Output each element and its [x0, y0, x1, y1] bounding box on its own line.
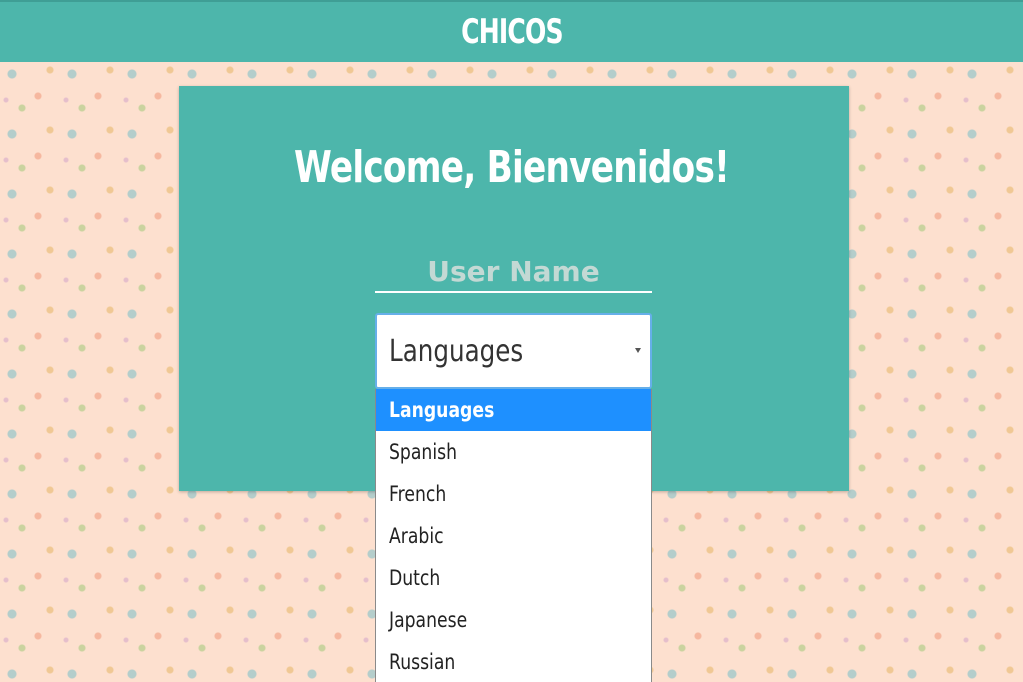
language-select-value: Languages: [389, 333, 524, 369]
language-option-arabic[interactable]: Arabic: [376, 515, 651, 557]
chevron-down-icon: [635, 348, 641, 353]
language-select[interactable]: Languages: [375, 313, 652, 389]
language-option-dutch[interactable]: Dutch: [376, 557, 651, 599]
language-option-russian[interactable]: Russian: [376, 641, 651, 682]
language-dropdown-list: Languages Spanish French Arabic Dutch Ja…: [375, 389, 652, 682]
brand-title: CHICOS: [460, 12, 563, 52]
language-option-languages[interactable]: Languages: [376, 389, 651, 431]
language-option-french[interactable]: French: [376, 473, 651, 515]
language-option-japanese[interactable]: Japanese: [376, 599, 651, 641]
welcome-heading: Welcome, Bienvenidos!: [294, 142, 730, 193]
top-bar: CHICOS: [0, 0, 1023, 62]
username-input[interactable]: [375, 252, 652, 293]
language-option-spanish[interactable]: Spanish: [376, 431, 651, 473]
